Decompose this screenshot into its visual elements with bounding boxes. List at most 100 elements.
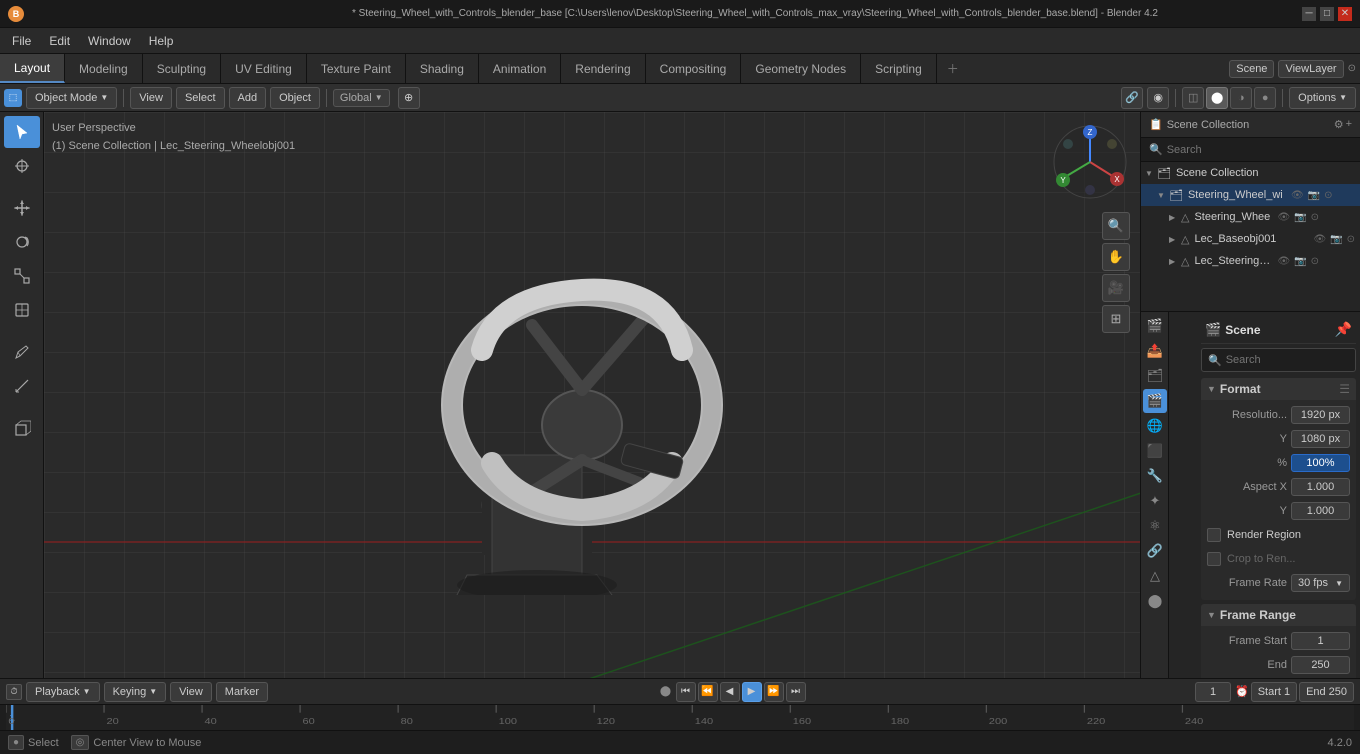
play-button[interactable]: ▶ xyxy=(742,682,762,702)
view-layer-selector[interactable]: ViewLayer xyxy=(1278,60,1343,78)
cursor-button[interactable] xyxy=(4,150,40,182)
move-tool-button[interactable] xyxy=(4,192,40,224)
step-back-button[interactable]: ⏪ xyxy=(698,682,718,702)
render-icon-3[interactable]: ⊙ xyxy=(1346,233,1356,246)
proportional-edit-button[interactable]: ◉ xyxy=(1147,87,1169,109)
view-button[interactable]: View xyxy=(130,87,172,109)
material-preview-button[interactable]: ◑ xyxy=(1230,87,1252,109)
particles-tab[interactable]: ✦ xyxy=(1143,489,1167,513)
view-layer-tab[interactable]: 🗂 xyxy=(1143,364,1167,388)
outliner-add-button[interactable]: + xyxy=(1346,118,1352,131)
object-button[interactable]: Object xyxy=(270,87,320,109)
object-tab[interactable]: ⬛ xyxy=(1143,439,1167,463)
solid-shading-button[interactable]: ⬤ xyxy=(1206,87,1228,109)
frame-end-value[interactable]: 250 xyxy=(1291,656,1350,674)
outliner-item-base[interactable]: ▶ △ Lec_Baseobj001 👁 📷 ⊙ xyxy=(1141,228,1360,250)
modifier-tab[interactable]: 🔧 xyxy=(1143,464,1167,488)
outliner-item-steering-collection[interactable]: ▼ 🗂 Steering_Wheel_wi 👁 📷 ⊙ xyxy=(1141,184,1360,206)
wireframe-shading-button[interactable]: ◫ xyxy=(1182,87,1204,109)
resolution-x-value[interactable]: 1920 px xyxy=(1291,406,1350,424)
view-button-timeline[interactable]: View xyxy=(170,682,212,702)
tab-animation[interactable]: Animation xyxy=(479,54,561,83)
visibility-icon-4[interactable]: 👁 xyxy=(1276,255,1291,268)
frame-rate-value[interactable]: 30 fps ▼ xyxy=(1291,574,1350,592)
frame-range-header[interactable]: ▼ Frame Range xyxy=(1201,604,1356,626)
measure-tool-button[interactable] xyxy=(4,370,40,402)
options-button[interactable]: Options ▼ xyxy=(1289,87,1356,109)
tab-rendering[interactable]: Rendering xyxy=(561,54,645,83)
outliner-item-steering-mesh[interactable]: ▶ △ Steering_Whee 👁 📷 ⊙ xyxy=(1141,206,1360,228)
constraints-tab[interactable]: 🔗 xyxy=(1143,539,1167,563)
outliner-search-input[interactable] xyxy=(1167,144,1352,156)
rendered-shading-button[interactable]: ● xyxy=(1254,87,1276,109)
menu-edit[interactable]: Edit xyxy=(41,32,78,50)
outliner-item-lec-steering[interactable]: ▶ △ Lec_Steering_Whee 👁 📷 ⊙ xyxy=(1141,250,1360,272)
pivot-btn[interactable]: ⊕ xyxy=(398,87,420,109)
grid-button[interactable]: ⊞ xyxy=(1102,305,1130,333)
select-button[interactable]: Select xyxy=(176,87,225,109)
keying-button[interactable]: Keying ▼ xyxy=(104,682,167,702)
tab-texture-paint[interactable]: Texture Paint xyxy=(307,54,406,83)
marker-button[interactable]: Marker xyxy=(216,682,268,702)
minimize-button[interactable]: ─ xyxy=(1302,7,1316,21)
tab-compositing[interactable]: Compositing xyxy=(646,54,742,83)
transform-orient-selector[interactable]: Global ▼ xyxy=(333,89,390,107)
format-menu-button[interactable]: ☰ xyxy=(1339,382,1350,396)
add-cube-button[interactable] xyxy=(4,412,40,444)
editor-type-icon[interactable]: ⬚ xyxy=(4,89,22,107)
end-field[interactable]: End 250 xyxy=(1299,682,1354,702)
select-tool-button[interactable] xyxy=(4,116,40,148)
pin-button[interactable]: 📌 xyxy=(1335,321,1352,338)
props-search-input[interactable] xyxy=(1226,354,1360,366)
aspect-y-value[interactable]: 1.000 xyxy=(1291,502,1350,520)
tab-shading[interactable]: Shading xyxy=(406,54,479,83)
outliner-filter-button[interactable]: ⚙ xyxy=(1334,118,1344,131)
viewport[interactable]: User Perspective (1) Scene Collection | … xyxy=(44,112,1140,678)
close-button[interactable]: ✕ xyxy=(1338,7,1352,21)
render-region-checkbox[interactable] xyxy=(1207,528,1221,542)
world-tab[interactable]: 🌐 xyxy=(1143,414,1167,438)
pan-button[interactable]: ✋ xyxy=(1102,243,1130,271)
crop-checkbox[interactable] xyxy=(1207,552,1221,566)
zoom-button[interactable]: 🔍 xyxy=(1102,212,1130,240)
camera-exclude-icon-4[interactable]: 📷 xyxy=(1293,255,1307,268)
annotate-tool-button[interactable] xyxy=(4,336,40,368)
tab-geometry-nodes[interactable]: Geometry Nodes xyxy=(741,54,861,83)
visibility-icon[interactable]: 👁 xyxy=(1290,189,1305,202)
add-button[interactable]: Add xyxy=(229,87,267,109)
timeline-track[interactable]: 1 0 20 40 60 80 100 120 140 160 180 200 xyxy=(6,705,1354,730)
frame-start-value[interactable]: 1 xyxy=(1291,632,1350,650)
resolution-y-value[interactable]: 1080 px xyxy=(1291,430,1350,448)
physics-tab[interactable]: ⚛ xyxy=(1143,514,1167,538)
menu-help[interactable]: Help xyxy=(141,32,182,50)
resolution-pct-value[interactable]: 100% xyxy=(1291,454,1350,472)
tab-scripting[interactable]: Scripting xyxy=(861,54,937,83)
render-icon-2[interactable]: ⊙ xyxy=(1310,211,1320,224)
camera-exclude-icon-2[interactable]: 📷 xyxy=(1293,211,1307,224)
camera-button[interactable]: 🎥 xyxy=(1102,274,1130,302)
data-tab[interactable]: △ xyxy=(1143,564,1167,588)
render-tab[interactable]: 🎬 xyxy=(1143,314,1167,338)
outliner-item-scene-collection[interactable]: ▼ 🗂 Scene Collection xyxy=(1141,162,1360,184)
maximize-button[interactable]: □ xyxy=(1320,7,1334,21)
snap-button[interactable]: 🔗 xyxy=(1121,87,1143,109)
start-field[interactable]: Start 1 xyxy=(1251,682,1297,702)
current-frame-display[interactable]: 1 xyxy=(1195,682,1231,702)
camera-exclude-icon[interactable]: 📷 xyxy=(1307,189,1321,202)
rotate-tool-button[interactable] xyxy=(4,226,40,258)
render-icon-4[interactable]: ⊙ xyxy=(1310,255,1320,268)
step-forward-button[interactable]: ⏩ xyxy=(764,682,784,702)
jump-start-button[interactable]: ⏮ xyxy=(676,682,696,702)
scale-tool-button[interactable] xyxy=(4,260,40,292)
visibility-icon-2[interactable]: 👁 xyxy=(1276,211,1291,224)
autokey-button[interactable]: ⬤ xyxy=(658,684,674,700)
visibility-icon-3[interactable]: 👁 xyxy=(1312,233,1327,246)
tab-sculpting[interactable]: Sculpting xyxy=(143,54,221,83)
format-section-header[interactable]: ▼ Format ☰ xyxy=(1201,378,1356,400)
playback-button[interactable]: Playback ▼ xyxy=(26,682,100,702)
tab-modeling[interactable]: Modeling xyxy=(65,54,143,83)
tab-uv-editing[interactable]: UV Editing xyxy=(221,54,307,83)
tab-layout[interactable]: Layout xyxy=(0,54,65,83)
object-mode-button[interactable]: Object Mode ▼ xyxy=(26,87,117,109)
jump-end-button[interactable]: ⏭ xyxy=(786,682,806,702)
